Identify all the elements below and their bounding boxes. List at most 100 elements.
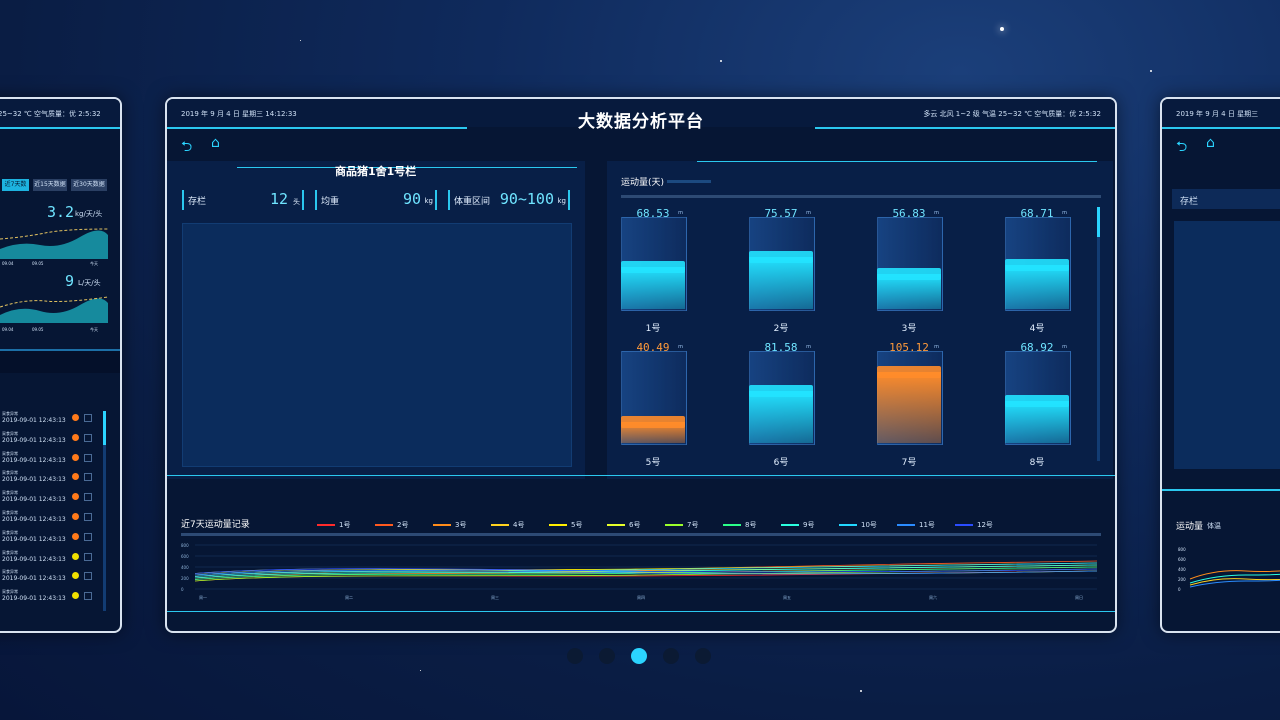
stat-unit: kg — [424, 197, 434, 205]
cylinder-pen-3[interactable]: 56.83 m 3号 — [877, 207, 943, 334]
legend-item[interactable]: 8号 — [723, 520, 781, 530]
cylinder-unit: m — [678, 210, 683, 216]
legend-item[interactable]: 2号 — [375, 520, 433, 530]
alarm-row[interactable]: 采食异常 2019-09-01 12:43:13 — [2, 510, 92, 523]
home-icon[interactable]: ⌂ — [211, 135, 220, 151]
cylinder-fill — [1005, 401, 1069, 443]
section-gap — [0, 351, 120, 373]
alarm-time: 2019-09-01 12:43:13 — [2, 555, 66, 563]
metric2-area-chart — [0, 296, 108, 323]
legend-item[interactable]: 12号 — [955, 520, 1013, 530]
cylinder-pen-8[interactable]: 68.92 m 8号 — [1005, 341, 1071, 468]
tab-30days[interactable]: 近30天数据 — [71, 179, 107, 191]
cylinder-fill — [621, 267, 685, 309]
alarm-row[interactable]: 采食异常 2019-09-01 12:43:13 — [2, 411, 92, 424]
stat-unit: kg — [557, 197, 567, 205]
page-dot[interactable] — [695, 648, 711, 664]
checkbox[interactable] — [84, 532, 92, 541]
checkbox[interactable] — [84, 552, 92, 561]
legend-label: 7号 — [687, 521, 699, 529]
cylinder-label: 6号 — [773, 458, 789, 468]
cylinder-cap — [749, 385, 813, 397]
cylinder-pen-5[interactable]: 40.49 m 5号 — [621, 341, 687, 468]
status-dot — [72, 572, 79, 580]
scrollbar-thumb[interactable] — [1097, 207, 1100, 237]
cylinder-label: 7号 — [901, 458, 917, 468]
alarm-row[interactable]: 采食异常 2019-09-01 12:43:13 — [2, 589, 92, 603]
history-line-chart: 800 600 400 200 0 周一 周二 周三 周四 周五 周六 周日 — [181, 543, 1098, 600]
axis1-tick: 09.04 — [2, 261, 14, 266]
cylinder-unit: m — [806, 344, 811, 350]
star — [860, 690, 862, 692]
page-dot[interactable] — [663, 648, 679, 664]
alarm-row[interactable]: 采食异常 2019-09-01 12:43:13 — [2, 530, 92, 543]
alarm-time: 2019-09-01 12:43:13 — [2, 436, 66, 444]
cylinder-label: 4号 — [1029, 324, 1045, 334]
alarm-row[interactable]: 采食异常 2019-09-01 12:43:13 — [2, 550, 92, 563]
metric1-unit: kg/天/头 — [75, 210, 103, 218]
page-dot-active[interactable] — [631, 648, 647, 664]
status-dot — [72, 592, 79, 600]
alarm-row[interactable]: 采食异常 2019-09-01 12:43:13 — [2, 569, 92, 582]
checkbox[interactable] — [84, 414, 92, 422]
legend-item[interactable]: 4号 — [491, 520, 549, 530]
scrollbar-thumb[interactable] — [103, 411, 106, 445]
back-icon[interactable]: ⮌ — [181, 136, 192, 160]
star — [420, 670, 421, 671]
legend-item[interactable]: 11号 — [897, 520, 955, 530]
metric1-area-chart — [0, 228, 108, 259]
legend-item[interactable]: 1号 — [317, 520, 375, 530]
x-tick-label: 周五 — [783, 594, 791, 600]
cylinder-pen-1[interactable]: 68.53 m 1号 — [621, 207, 687, 334]
left-preview-panel[interactable]: 25~32 ℃ 空气质量：优 2:5:32 近7天数据 近15天数据 近30天数… — [0, 97, 122, 633]
tab-15days[interactable]: 近15天数据 — [33, 179, 67, 191]
cylinder-pen-4[interactable]: 68.71 m 4号 — [1005, 207, 1071, 334]
divider — [0, 127, 120, 129]
stat-label: 存栏 — [188, 197, 207, 207]
divider — [1162, 127, 1280, 129]
divider — [167, 475, 1115, 476]
checkbox[interactable] — [84, 592, 92, 601]
alarm-time: 2019-09-01 12:43:13 — [2, 595, 66, 603]
star — [1000, 27, 1004, 31]
checkbox[interactable] — [84, 513, 92, 521]
legend-label: 5号 — [571, 521, 583, 529]
legend-item[interactable]: 9号 — [781, 520, 839, 530]
legend-item[interactable]: 7号 — [665, 520, 723, 530]
legend-item[interactable]: 10号 — [839, 520, 897, 530]
scrollbar-track[interactable] — [103, 411, 106, 611]
stat-value: 12 — [269, 190, 288, 208]
cylinder-pen-2[interactable]: 75.57 m 2号 — [749, 207, 815, 334]
home-icon[interactable]: ⌂ — [1206, 135, 1215, 151]
legend-item[interactable]: 3号 — [433, 520, 491, 530]
back-icon[interactable]: ⮌ — [1176, 136, 1187, 160]
checkbox[interactable] — [84, 433, 92, 442]
legend-item[interactable]: 5号 — [549, 520, 607, 530]
tab-7days[interactable]: 近7天数据 — [2, 179, 29, 200]
alarm-row[interactable]: 采食异常 2019-09-01 12:43:13 — [2, 451, 92, 464]
checkbox[interactable] — [84, 493, 92, 502]
cylinder-pen-6[interactable]: 81.58 m 6号 — [749, 341, 815, 468]
alarm-row[interactable]: 采食异常 2019-09-01 12:43:13 — [2, 470, 92, 483]
alarm-row[interactable]: 采食异常 2019-09-01 12:43:13 — [2, 490, 92, 503]
page-dot[interactable] — [599, 648, 615, 664]
page-dot[interactable] — [567, 648, 583, 664]
legend-swatch — [665, 524, 683, 526]
weather-text: 25~32 ℃ 空气质量：优 2:5:32 — [0, 110, 101, 118]
cylinder-pen-7[interactable]: 105.12 m 7号 — [877, 341, 943, 468]
cylinder-value: 81.58 — [764, 341, 798, 354]
right-preview-panel[interactable]: 2019 年 9 月 4 日 星期三 ⮌ ⌂ 存栏 13 运动量 体温 800 6… — [1160, 97, 1280, 633]
cylinder-label: 1号 — [645, 324, 661, 334]
stat-label: 均重 — [321, 197, 340, 207]
checkbox[interactable] — [84, 453, 92, 462]
scrollbar-track[interactable] — [1097, 207, 1100, 461]
checkbox[interactable] — [84, 473, 92, 482]
checkbox[interactable] — [84, 572, 92, 581]
legend-item[interactable]: 6号 — [607, 520, 665, 530]
legend-label: 2号 — [397, 521, 409, 529]
legend-swatch — [491, 524, 509, 526]
legend-label: 8号 — [745, 521, 757, 529]
alarm-row[interactable]: 采食异常 2019-09-01 12:43:13 — [2, 431, 92, 444]
stat-unit: 头 — [293, 198, 300, 206]
stat-value: 90 — [402, 190, 421, 208]
